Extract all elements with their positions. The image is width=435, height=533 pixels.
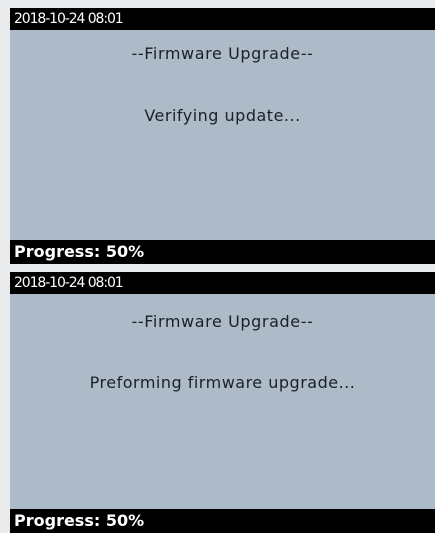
screen-title: --Firmware Upgrade--: [131, 44, 314, 63]
firmware-upgrade-screenshots: 2018-10-24 08:01 --Firmware Upgrade-- Ve…: [0, 0, 435, 533]
progress-label: Progress: 50%: [14, 242, 145, 261]
screen-title: --Firmware Upgrade--: [131, 312, 314, 331]
timestamp: 2018-10-24 08:01: [14, 11, 124, 27]
progress-bar: Progress: 50%: [10, 509, 435, 533]
timestamp: 2018-10-24 08:01: [14, 275, 124, 291]
firmware-screen-upgrading: 2018-10-24 08:01 --Firmware Upgrade-- Pr…: [10, 272, 435, 533]
status-message: Verifying update...: [144, 106, 301, 125]
progress-bar: Progress: 50%: [10, 240, 435, 264]
progress-label: Progress: 50%: [14, 511, 145, 530]
status-bar: 2018-10-24 08:01: [10, 272, 435, 294]
status-message: Preforming firmware upgrade...: [89, 373, 356, 392]
firmware-screen-verifying: 2018-10-24 08:01 --Firmware Upgrade-- Ve…: [10, 8, 435, 264]
status-bar: 2018-10-24 08:01: [10, 8, 435, 30]
